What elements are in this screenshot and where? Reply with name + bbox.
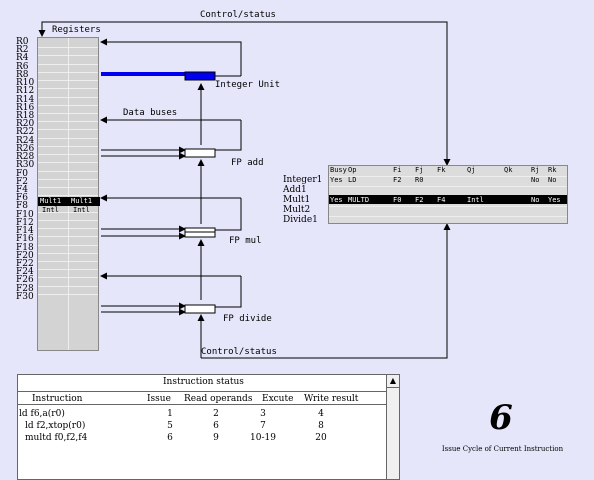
fu-header-op: Op [348, 166, 357, 174]
fp-add-label: FP add [231, 158, 264, 168]
register-row-divider [38, 154, 98, 156]
fu-cell-busy: Yes [330, 196, 343, 204]
register-row-divider [38, 55, 98, 57]
register-name: F30 [16, 291, 34, 302]
register-f0-status: Mult1 Mult1 [38, 197, 100, 206]
register-row-divider [38, 88, 98, 90]
fu-cell-fj: F2 [415, 196, 424, 204]
col-write-result: Write result [304, 394, 359, 404]
fu-cell-fi: F0 [393, 196, 402, 204]
fu-cell-op: MULTD [348, 196, 370, 204]
integer-unit-label: Integer Unit [215, 80, 281, 90]
register-row-divider [38, 236, 98, 238]
col-read-operands: Read operands [184, 394, 253, 404]
register-row-divider [38, 121, 98, 123]
instr-cell-execute: 10-19 [250, 433, 276, 443]
instr-cell-issue: 6 [167, 433, 173, 443]
fu-cell-rk: Yes [548, 196, 561, 204]
control-status-bottom-label: Control/status [201, 347, 277, 357]
register-row-divider [38, 228, 98, 230]
instr-cell-read: 6 [213, 421, 219, 431]
fu-cell-fi: F2 [393, 176, 402, 184]
instr-cell-write: 4 [318, 409, 324, 419]
scroll-up-arrow-icon[interactable]: ▲ [387, 375, 399, 388]
fu-header-fj: Fj [415, 166, 424, 174]
f0-status-2: Mult1 [71, 197, 93, 205]
fu-header-fi: Fi [393, 166, 402, 174]
f2-status-2: Intl [73, 206, 90, 214]
fu-header-qj: Qj [467, 166, 476, 174]
register-f2-status: Intl Intl [38, 206, 100, 215]
register-row-divider [38, 293, 98, 295]
fu-cell-qj: Intl [467, 196, 484, 204]
register-row-divider [38, 219, 98, 221]
fu-cell-rj: No [531, 176, 540, 184]
register-row-divider [38, 178, 98, 180]
fu-cell-fj: R0 [415, 176, 424, 184]
instr-cell-instruction: multd f0,f2,f4 [25, 433, 88, 443]
register-row-divider [38, 244, 98, 246]
register-row-divider [38, 170, 98, 172]
instr-cell-issue: 5 [167, 421, 173, 431]
register-row-divider [38, 252, 98, 254]
fu-row-name: Mult1 [283, 195, 311, 205]
instr-cell-execute: 3 [260, 409, 266, 419]
register-row-divider [38, 145, 98, 147]
register-row-divider [38, 269, 98, 271]
fp-divide-label: FP divide [223, 314, 272, 324]
register-row-divider [38, 112, 98, 114]
instr-cell-issue: 1 [167, 409, 173, 419]
instr-cell-read: 9 [213, 433, 219, 443]
fu-header-fk: Fk [437, 166, 446, 174]
instr-cell-write: 20 [315, 433, 327, 443]
fu-cell-rk: No [548, 176, 557, 184]
instr-cell-instruction: ld f6,a(r0) [19, 409, 65, 419]
fu-cell-busy: Yes [330, 176, 343, 184]
register-row-divider [38, 129, 98, 131]
register-row-divider [38, 137, 98, 139]
register-row-divider [38, 96, 98, 98]
fu-header-busy: Busy [330, 166, 347, 174]
register-row-divider [38, 80, 98, 82]
fu-header-rj: Rj [531, 166, 540, 174]
fu-cell-fk: F4 [437, 196, 446, 204]
register-row-divider [38, 47, 98, 49]
register-row-divider [38, 285, 98, 287]
register-row-divider [38, 104, 98, 106]
control-status-top-label: Control/status [200, 10, 276, 20]
instr-cell-read: 2 [213, 409, 219, 419]
fu-row-name: Divide1 [283, 215, 318, 225]
col-issue: Issue [147, 394, 171, 404]
instr-cell-write: 8 [318, 421, 324, 431]
fu-row-name: Mult2 [283, 205, 311, 215]
fp-mul-label: FP mul [229, 236, 262, 246]
cycle-number: 6 [489, 398, 513, 438]
fu-cell-op: LD [348, 176, 357, 184]
cycle-caption: Issue Cycle of Current Instruction [441, 445, 564, 453]
register-file [37, 37, 99, 351]
instruction-status-scrollbar[interactable]: ▲ [386, 374, 400, 480]
f0-status-1: Mult1 [40, 197, 62, 205]
register-row-divider [38, 186, 98, 188]
fu-cell-rj: No [531, 196, 540, 204]
register-row-divider [38, 71, 98, 73]
fu-row-name: Integer1 [283, 175, 323, 185]
register-row-divider [38, 162, 98, 164]
register-row-divider [38, 260, 98, 262]
registers-title: Registers [52, 25, 101, 35]
data-buses-label: Data buses [123, 108, 178, 118]
instruction-status-title: Instruction status [163, 377, 244, 387]
fu-header-qk: Qk [504, 166, 513, 174]
register-row-divider [38, 63, 98, 65]
register-row-divider [38, 277, 98, 279]
col-execute: Excute [262, 394, 294, 404]
col-instruction: Instruction [32, 394, 83, 404]
f2-status-1: Intl [42, 206, 59, 214]
fu-header-rk: Rk [548, 166, 557, 174]
fu-row-name: Add1 [283, 185, 307, 195]
instr-cell-instruction: ld f2,xtop(r0) [25, 421, 86, 431]
instr-cell-execute: 7 [260, 421, 266, 431]
